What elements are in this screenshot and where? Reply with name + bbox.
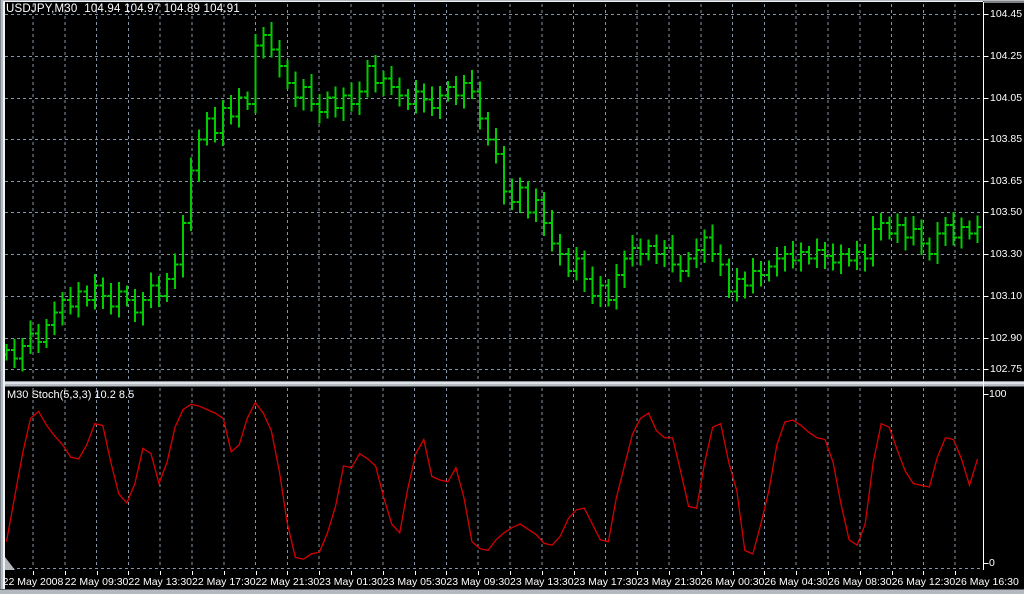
price-axis-label: 103.50	[990, 206, 1023, 218]
time-axis-label: 23 May 09:30	[446, 576, 511, 588]
pane-separator[interactable]	[0, 386, 1024, 387]
window-border-left	[3, 1, 5, 590]
time-axis-label: 23 May 17:30	[573, 576, 638, 588]
time-axis-label: 23 May 01:30	[319, 576, 383, 588]
chart-canvas[interactable]	[0, 0, 1024, 594]
time-axis-label: 22 May 2008	[2, 576, 64, 588]
time-axis-label: 26 May 08:30	[827, 576, 892, 588]
price-axis-label: 102.90	[990, 332, 1023, 344]
time-axis-label: 23 May 13:30	[509, 576, 574, 588]
time-axis-label: 23 May 21:30	[637, 576, 701, 588]
time-axis-label: 22 May 13:30	[128, 576, 193, 588]
window-border-left	[1, 1, 3, 593]
time-axis-label: 22 May 09:30	[64, 576, 129, 588]
time-axis-label: 26 May 16:30	[955, 576, 1019, 588]
time-axis-label: 26 May 12:30	[891, 576, 956, 588]
price-axis-label: 104.05	[990, 92, 1023, 104]
chart-symbol-ohlc-label: USDJPY,M30 104.94 104.97 104.89 104.91	[6, 3, 240, 15]
window-border-bottom	[0, 589, 1024, 590]
ohlc-bars	[3, 21, 982, 372]
window-border-top	[0, 0, 1024, 1]
window-border-bottom	[0, 590, 1024, 594]
time-axis-label: 26 May 00:30	[700, 576, 765, 588]
window-border-left	[0, 0, 1, 594]
indicator-label: M30 Stoch(5,3,3) 10.2 8.5	[7, 389, 135, 401]
price-axis-label: 104.45	[990, 8, 1023, 20]
price-axis-label: 102.75	[990, 363, 1023, 375]
time-axis-label: 23 May 05:30	[382, 576, 447, 588]
pane-separator[interactable]	[0, 381, 1024, 382]
indicator-scale-max: 100	[989, 388, 1007, 400]
price-axis-label: 103.30	[990, 248, 1023, 260]
price-axis-label: 103.85	[990, 133, 1023, 145]
price-axis-label: 103.65	[990, 175, 1023, 187]
indicator-scale-min: 0	[989, 557, 995, 569]
stochastic-line	[5, 401, 979, 560]
window-border-top	[0, 1, 983, 2]
pane-separator[interactable]	[0, 384, 1024, 386]
time-axis-label: 26 May 04:30	[764, 576, 829, 588]
price-axis-label: 103.10	[990, 290, 1023, 302]
price-axis-label: 104.25	[990, 50, 1023, 62]
pane-separator[interactable]	[0, 382, 1024, 384]
time-axis-label: 22 May 21:30	[255, 576, 320, 588]
mt4-chart-window: USDJPY,M30 104.94 104.97 104.89 104.91 M…	[0, 0, 1024, 594]
time-axis-label: 22 May 17:30	[191, 576, 256, 588]
